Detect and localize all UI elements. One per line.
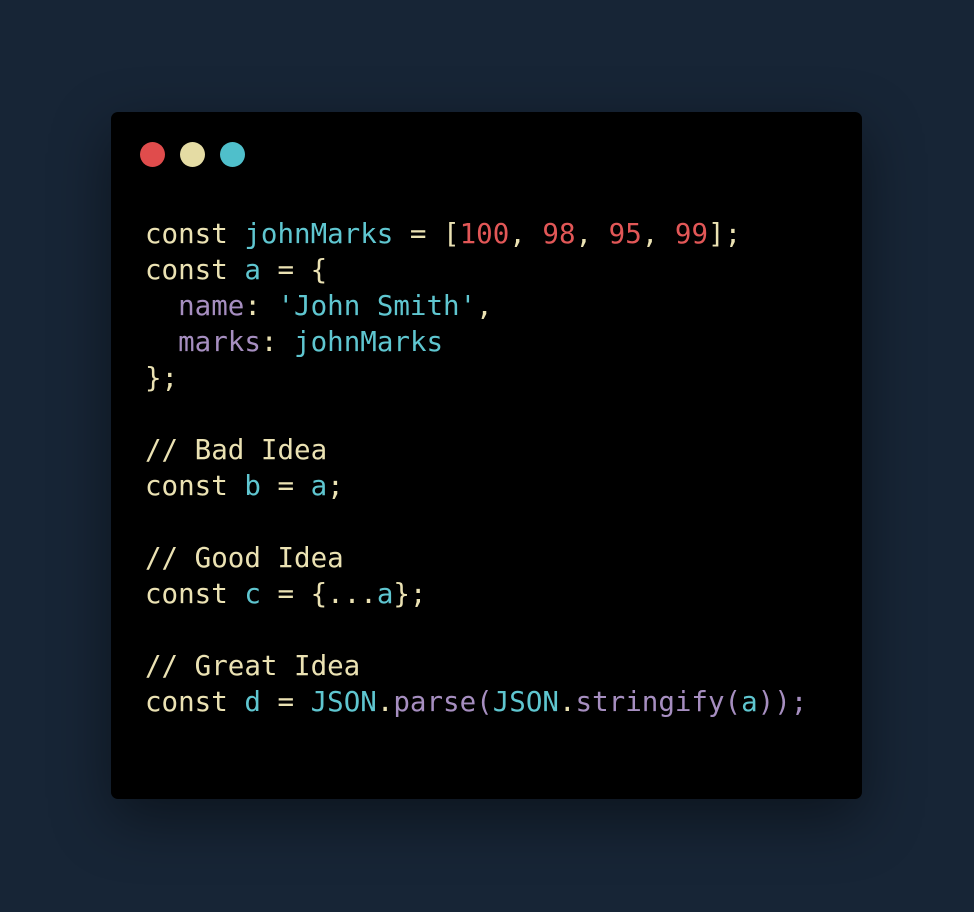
code-token-kw: const: [145, 218, 245, 250]
code-token-punct: };: [145, 362, 179, 394]
code-token-id: 'John Smith': [277, 290, 477, 322]
code-line: marks: johnMarks: [145, 324, 807, 360]
code-token-punct: ,: [509, 218, 543, 250]
code-line: const c = {...a};: [145, 576, 807, 612]
code-token-num: 98: [542, 218, 576, 250]
code-token-punct: = [: [393, 218, 460, 250]
code-token-punct: [145, 326, 178, 358]
code-token-prop: name: [178, 290, 245, 322]
code-token-punct: = {...: [260, 578, 377, 610]
code-window: const johnMarks = [100, 98, 95, 99]; cons…: [111, 112, 862, 799]
code-token-punct: ];: [708, 218, 742, 250]
code-token-id: JSON: [492, 686, 559, 718]
code-token-id: JSON: [310, 686, 377, 718]
code-line: // Great Idea: [145, 648, 807, 684]
code-token-punct: [145, 290, 178, 322]
code-token-punct: ,: [641, 218, 675, 250]
code-line: // Bad Idea: [145, 432, 807, 468]
code-token-punct: ,: [575, 218, 609, 250]
code-line: const johnMarks = [100, 98, 95, 99];: [145, 216, 807, 252]
code-token-id: c: [244, 578, 261, 610]
code-token-prop: stringify: [575, 686, 725, 718]
code-token-punct: =: [260, 470, 311, 502]
code-token-punct: = {: [260, 254, 328, 286]
code-token-prop: (: [724, 686, 742, 718]
code-token-id: a: [244, 254, 261, 286]
code-token-punct: :: [260, 326, 295, 358]
code-token-num: 100: [459, 218, 510, 250]
code-token-punct: };: [393, 578, 427, 610]
code-token-comment: // Good Idea: [145, 542, 344, 574]
code-token-kw: const: [145, 254, 245, 286]
code-token-prop: marks: [178, 326, 261, 358]
code-token-id: a: [310, 470, 328, 502]
code-token-prop: ));: [757, 686, 808, 718]
code-line: const b = a;: [145, 468, 807, 504]
code-token-num: 95: [608, 218, 642, 250]
code-token-punct: .: [376, 686, 394, 718]
code-token-id: johnMarks: [244, 218, 394, 250]
code-token-kw: const: [145, 686, 245, 718]
code-token-id: johnMarks: [294, 326, 444, 358]
code-line: // Good Idea: [145, 540, 807, 576]
code-token-punct: .: [558, 686, 576, 718]
code-line: const d = JSON.parse(JSON.stringify(a));: [145, 684, 807, 720]
code-token-punct: =: [260, 686, 311, 718]
code-token-comment: // Bad Idea: [145, 434, 328, 466]
code-block: const johnMarks = [100, 98, 95, 99]; cons…: [145, 216, 807, 720]
code-token-id: d: [244, 686, 261, 718]
code-line: name: 'John Smith',: [145, 288, 807, 324]
code-line: const a = {: [145, 252, 807, 288]
minimize-dot-icon: [180, 142, 205, 167]
close-dot-icon: [140, 142, 165, 167]
code-token-prop: (: [476, 686, 493, 718]
code-token-punct: ,: [476, 290, 493, 322]
code-token-num: 99: [674, 218, 709, 250]
code-token-punct: ;: [327, 470, 344, 502]
code-token-punct: :: [244, 290, 278, 322]
code-token-prop: parse: [393, 686, 477, 718]
code-token-id: b: [244, 470, 261, 502]
code-token-kw: const: [145, 470, 245, 502]
code-line: };: [145, 360, 807, 396]
code-token-comment: // Great Idea: [145, 650, 361, 682]
code-token-id: a: [741, 686, 758, 718]
code-token-kw: const: [145, 578, 245, 610]
code-token-id: a: [376, 578, 394, 610]
zoom-dot-icon: [220, 142, 245, 167]
